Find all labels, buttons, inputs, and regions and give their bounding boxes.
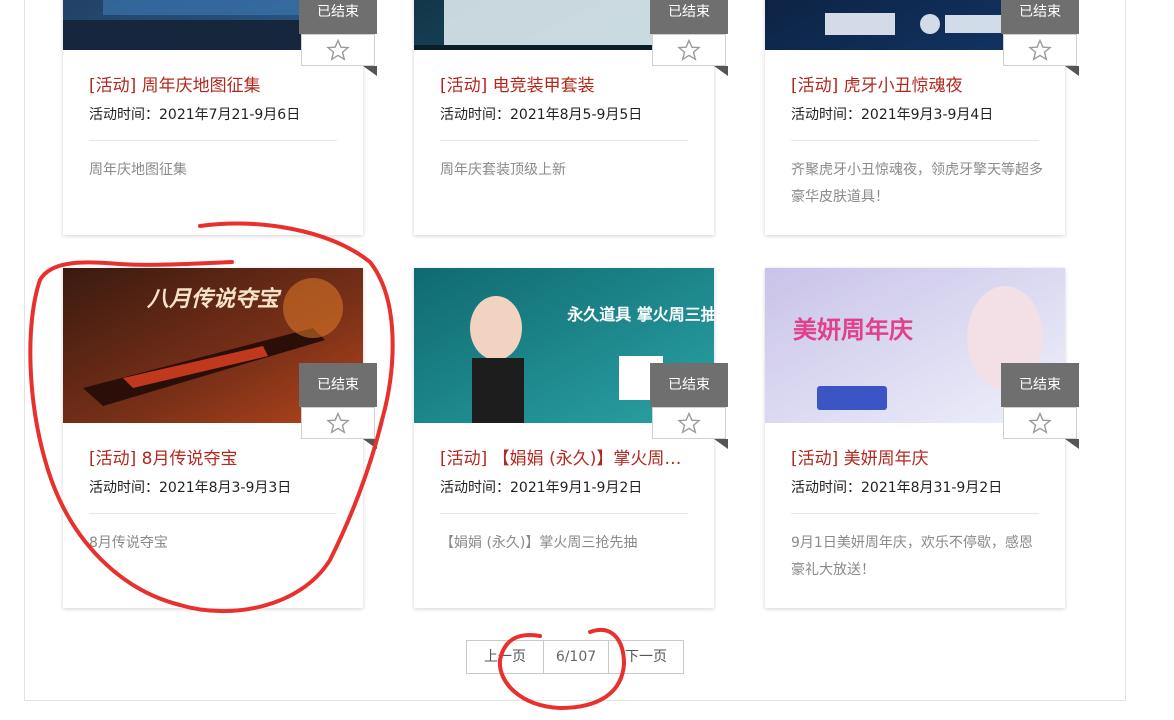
divider: [89, 140, 337, 141]
activity-card[interactable]: 美妍周年庆 [活动] 美妍周年庆 活动时间：2021年8月31-9月2日 9月1…: [765, 268, 1079, 608]
ended-label: 已结束: [650, 0, 728, 34]
activity-description: 【娟娟 (永久)】掌火周三抢先抽: [440, 535, 638, 551]
favorite-button[interactable]: [652, 407, 726, 439]
status-badge: 已结束: [650, 363, 728, 449]
activity-description: 周年庆地图征集: [89, 162, 187, 178]
badge-fold: [1065, 66, 1079, 76]
status-badge: 已结束: [299, 0, 377, 76]
status-badge: 已结束: [650, 0, 728, 76]
status-badge: 已结束: [1001, 363, 1079, 449]
divider: [440, 513, 688, 514]
badge-fold: [714, 66, 728, 76]
activity-card[interactable]: 八月传说夺宝 [活动] 8月传说夺宝 活动时间：2021年8月3-9月3日 8月…: [63, 268, 377, 608]
ended-label: 已结束: [650, 363, 728, 407]
badge-fold: [1065, 439, 1079, 449]
activity-title[interactable]: [活动] 美妍周年庆: [791, 444, 1041, 469]
divider: [791, 140, 1039, 141]
activity-title[interactable]: [活动] 周年庆地图征集: [89, 71, 339, 96]
activity-title[interactable]: [活动] 电竞装甲套装: [440, 71, 690, 96]
activity-time: 活动时间：2021年9月3-9月4日: [791, 107, 994, 123]
divider: [89, 513, 337, 514]
badge-fold: [714, 439, 728, 449]
star-icon: [677, 412, 701, 434]
star-icon: [1028, 412, 1052, 434]
page: [活动] 周年庆地图征集 活动时间：2021年7月21-9月6日 周年庆地图征集…: [0, 0, 1174, 720]
ended-label: 已结束: [1001, 363, 1079, 407]
star-icon: [326, 39, 350, 61]
activity-time: 活动时间：2021年9月1-9月2日: [440, 480, 643, 496]
favorite-button[interactable]: [1003, 407, 1077, 439]
page-indicator: 6/107: [544, 640, 608, 674]
ended-label: 已结束: [299, 0, 377, 34]
status-badge: 已结束: [1001, 0, 1079, 76]
pagination: 上一页 6/107 下一页: [466, 640, 684, 674]
banner-heading: 永久道具 掌火周三抽: [566, 305, 714, 324]
favorite-button[interactable]: [1003, 34, 1077, 66]
activity-description: 8月传说夺宝: [89, 535, 168, 551]
badge-fold: [363, 439, 377, 449]
favorite-button[interactable]: [652, 34, 726, 66]
favorite-button[interactable]: [301, 34, 375, 66]
activity-time: 活动时间：2021年7月21-9月6日: [89, 107, 301, 123]
status-badge: 已结束: [299, 363, 377, 449]
activity-card[interactable]: 永久道具 掌火周三抽 [活动] 【娟娟 (永久)】掌火周三抢先抽 活动时间：20…: [414, 268, 728, 608]
badge-fold: [363, 66, 377, 76]
activity-title[interactable]: [活动] 虎牙小丑惊魂夜: [791, 71, 1041, 96]
star-icon: [677, 39, 701, 61]
activity-time: 活动时间：2021年8月31-9月2日: [791, 480, 1003, 496]
activity-description: 9月1日美妍周年庆，欢乐不停歇，感恩豪礼大放送！: [791, 535, 1033, 578]
prev-page-button[interactable]: 上一页: [466, 640, 544, 674]
activity-card[interactable]: [活动] 电竞装甲套装 活动时间：2021年8月5-9月5日 周年庆套装顶级上新…: [414, 0, 728, 235]
activity-time: 活动时间：2021年8月5-9月5日: [440, 107, 643, 123]
divider: [791, 513, 1039, 514]
activity-time: 活动时间：2021年8月3-9月3日: [89, 480, 292, 496]
activity-description: 周年庆套装顶级上新: [440, 162, 566, 178]
banner-heading: 八月传说夺宝: [146, 286, 282, 312]
ended-label: 已结束: [1001, 0, 1079, 34]
star-icon: [1028, 39, 1052, 61]
next-page-button[interactable]: 下一页: [608, 640, 684, 674]
banner-heading: 美妍周年庆: [793, 316, 913, 344]
activity-description: 齐聚虎牙小丑惊魂夜，领虎牙擎天等超多豪华皮肤道具！: [791, 162, 1043, 205]
ended-label: 已结束: [299, 363, 377, 407]
activity-title[interactable]: [活动] 【娟娟 (永久)】掌火周三抢先抽: [440, 444, 690, 469]
activity-card[interactable]: [活动] 虎牙小丑惊魂夜 活动时间：2021年9月3-9月4日 齐聚虎牙小丑惊魂…: [765, 0, 1079, 235]
star-icon: [326, 412, 350, 434]
activity-title[interactable]: [活动] 8月传说夺宝: [89, 444, 339, 469]
activity-card[interactable]: [活动] 周年庆地图征集 活动时间：2021年7月21-9月6日 周年庆地图征集…: [63, 0, 377, 235]
favorite-button[interactable]: [301, 407, 375, 439]
divider: [440, 140, 688, 141]
